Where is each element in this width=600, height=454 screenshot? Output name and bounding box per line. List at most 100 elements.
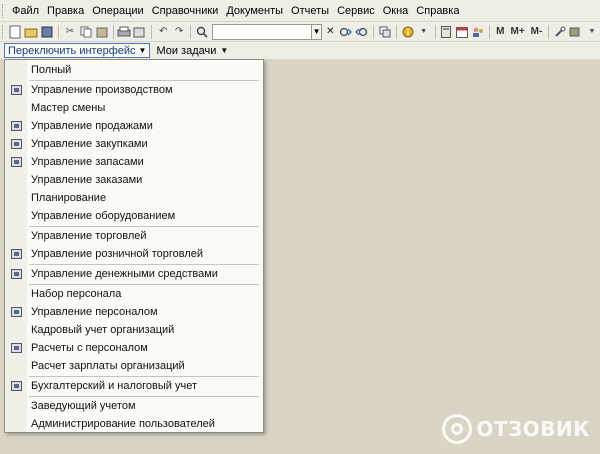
menu-item-label: Планирование — [31, 192, 107, 204]
menu-item-accounting[interactable]: Бухгалтерский и налоговый учет — [5, 377, 263, 395]
menu-catalogs[interactable]: Справочники — [148, 0, 223, 22]
menu-item-purchases[interactable]: Управление закупками — [5, 135, 263, 153]
menu-item-label: Мастер смены — [31, 102, 106, 114]
menu-item-hr-records[interactable]: Кадровый учет организаций — [5, 321, 263, 339]
menu-item-label: Набор персонала — [31, 288, 122, 300]
my-tasks-button[interactable]: Мои задачи ▼ — [156, 45, 228, 57]
menu-item-money[interactable]: Управление денежными средствами — [5, 265, 263, 283]
menu-documents[interactable]: Документы — [222, 0, 287, 22]
calendar-icon[interactable] — [455, 24, 469, 40]
menu-item-full[interactable]: Полный — [5, 61, 263, 79]
menu-item-label: Кадровый учет организаций — [31, 324, 175, 336]
personnel-icon — [10, 307, 22, 317]
memory-button[interactable]: M — [496, 26, 504, 37]
menu-item-label: Управление заказами — [31, 174, 143, 186]
copy-icon[interactable] — [79, 24, 93, 40]
menu-edit[interactable]: Правка — [43, 0, 88, 22]
retail-icon — [10, 249, 22, 259]
switch-interface-button[interactable]: Переключить интерфейс ▼ — [4, 43, 151, 58]
menu-item-label: Управление денежными средствами — [31, 268, 218, 280]
menu-item-user-admin[interactable]: Администрирование пользователей — [5, 415, 263, 433]
menu-bar: Файл Правка Операции Справочники Докумен… — [0, 0, 600, 22]
redo-icon[interactable]: ↷ — [172, 24, 186, 40]
new-document-icon[interactable] — [8, 24, 22, 40]
menu-item-salary-calculation[interactable]: Расчет зарплаты организаций — [5, 357, 263, 375]
my-tasks-label: Мои задачи — [156, 44, 217, 57]
menu-item-label: Управление запасами — [31, 156, 144, 168]
accounting-icon — [10, 381, 22, 391]
menu-item-label: Бухгалтерский и налоговый учет — [31, 380, 198, 392]
menu-item-label: Администрирование пользователей — [31, 418, 215, 430]
search-dropdown-button[interactable]: ▼ — [311, 23, 323, 40]
toolbar-separator — [396, 24, 397, 39]
menu-item-trade[interactable]: Управление торговлей — [5, 227, 263, 245]
menu-item-retail[interactable]: Управление розничной торговлей — [5, 245, 263, 263]
purchases-icon — [10, 139, 22, 149]
menu-item-label: Управление торговлей — [31, 230, 147, 242]
print-icon[interactable] — [117, 24, 131, 40]
info-icon[interactable] — [401, 24, 415, 40]
toolbar-separator — [489, 24, 491, 39]
stock-icon — [10, 157, 22, 167]
switch-interface-label: Переключить интерфейс — [8, 44, 136, 57]
search-icon[interactable] — [195, 24, 209, 40]
menu-item-label: Управление производством — [31, 84, 173, 96]
info-dropdown-icon[interactable]: ▼ — [417, 24, 431, 40]
production-icon — [10, 85, 22, 95]
paste-icon[interactable] — [95, 24, 109, 40]
calculator-icon[interactable] — [440, 24, 454, 40]
menu-service[interactable]: Сервис — [333, 0, 379, 22]
menu-item-shift-master[interactable]: Мастер смены — [5, 99, 263, 117]
windows-icon[interactable] — [378, 24, 392, 40]
find-previous-icon[interactable] — [355, 24, 369, 40]
menu-item-accounting-manager[interactable]: Заведующий учетом — [5, 397, 263, 415]
memory-minus-button[interactable]: M- — [531, 26, 543, 37]
sales-icon — [10, 121, 22, 131]
users-icon[interactable] — [471, 24, 485, 40]
menu-item-planning[interactable]: Планирование — [5, 189, 263, 207]
toolbar-grip[interactable] — [2, 24, 7, 39]
find-next-icon[interactable] — [339, 24, 353, 40]
watermark-logo: ОТЗОВИК — [442, 414, 590, 444]
cut-icon[interactable]: ✂ — [63, 24, 77, 40]
menu-item-label: Управление оборудованием — [31, 210, 176, 222]
menu-item-label: Управление персоналом — [31, 306, 158, 318]
interface-panel: Переключить интерфейс ▼ Мои задачи ▼ — [0, 42, 600, 59]
menu-reports[interactable]: Отчеты — [287, 0, 333, 22]
toolbar-separator — [548, 24, 550, 39]
menu-item-orders[interactable]: Управление заказами — [5, 171, 263, 189]
menu-windows[interactable]: Окна — [379, 0, 413, 22]
toolbar-separator — [434, 24, 436, 39]
toolbar-separator — [112, 24, 114, 39]
chevron-down-icon: ▼ — [138, 46, 147, 55]
menu-help[interactable]: Справка — [412, 0, 463, 22]
menu-item-equipment[interactable]: Управление оборудованием — [5, 207, 263, 225]
interface-dropdown-menu: Полный Управление производством Мастер с… — [4, 59, 264, 433]
toolbar-separator — [151, 24, 153, 39]
watermark-text: ОТЗОВИК — [476, 417, 590, 441]
print-preview-icon[interactable] — [133, 24, 147, 40]
menu-item-personnel[interactable]: Управление персоналом — [5, 303, 263, 321]
settings-icon[interactable] — [569, 24, 583, 40]
search-input[interactable] — [211, 23, 312, 40]
menu-item-label: Управление розничной торговлей — [31, 248, 204, 260]
menu-item-stock[interactable]: Управление запасами — [5, 153, 263, 171]
menu-item-production[interactable]: Управление производством — [5, 81, 263, 99]
toolbar: ✂ ↶ ↷ ▼ ✕ ▼ M M+ M- ▼ — [0, 22, 600, 42]
clear-search-icon[interactable]: ✕ — [323, 24, 337, 40]
save-icon[interactable] — [40, 24, 54, 40]
menu-item-recruitment[interactable]: Набор персонала — [5, 285, 263, 303]
memory-plus-button[interactable]: M+ — [510, 26, 524, 37]
toolbar-separator — [58, 24, 59, 39]
settings-dropdown-icon[interactable]: ▼ — [585, 24, 599, 40]
menu-item-sales[interactable]: Управление продажами — [5, 117, 263, 135]
undo-icon[interactable]: ↶ — [156, 24, 170, 40]
menu-item-label: Заведующий учетом — [31, 400, 136, 412]
tools-icon[interactable] — [553, 24, 567, 40]
open-folder-icon[interactable] — [24, 24, 38, 40]
menu-item-payroll-settlements[interactable]: Расчеты с персоналом — [5, 339, 263, 357]
menu-operations[interactable]: Операции — [88, 0, 147, 22]
menu-file[interactable]: Файл — [8, 0, 43, 22]
menu-item-label: Управление закупками — [31, 138, 148, 150]
toolbar-separator — [190, 24, 191, 39]
